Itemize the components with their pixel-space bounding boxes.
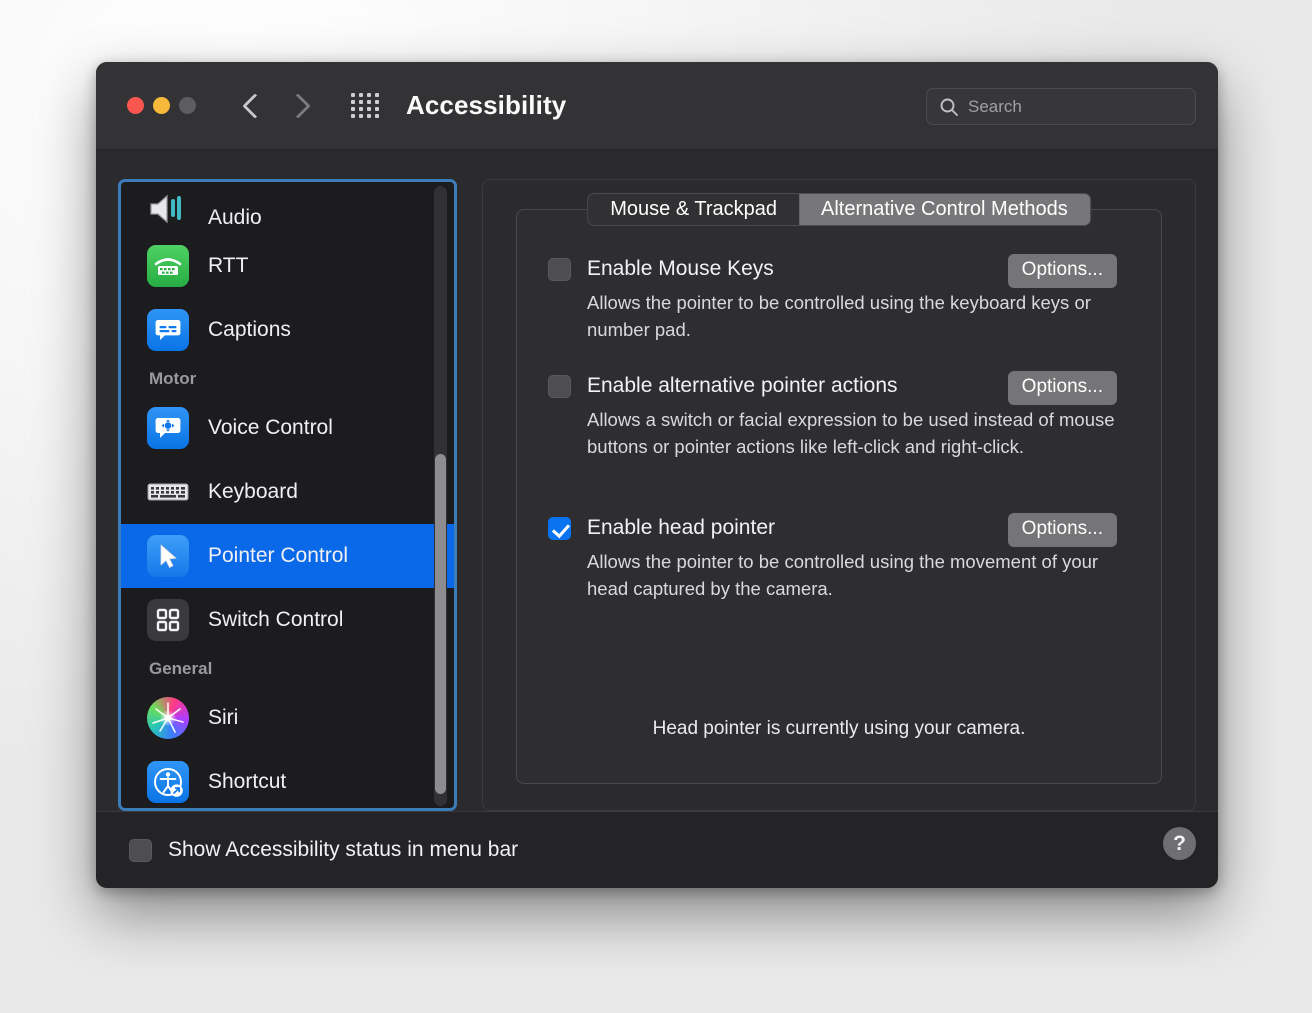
keyboard-icon — [147, 471, 189, 513]
row-enable-alternative-pointer-actions: Enable alternative pointer actions Optio… — [548, 374, 1139, 461]
sidebar-item-label: Captions — [208, 318, 291, 342]
sidebar-scrollbar[interactable] — [434, 186, 447, 806]
checkbox-enable-head-pointer[interactable] — [548, 517, 571, 540]
row-description: Allows the pointer to be controlled usin… — [587, 290, 1139, 344]
row-enable-mouse-keys: Enable Mouse Keys Options... Allows the … — [548, 257, 1139, 344]
sidebar-item-label: Audio — [208, 206, 262, 230]
row-label: Enable alternative pointer actions — [587, 374, 898, 398]
help-button[interactable]: ? — [1163, 827, 1196, 860]
checkbox-show-accessibility-status[interactable] — [129, 839, 152, 862]
navigation-buttons — [240, 89, 310, 123]
row-description: Allows the pointer to be controlled usin… — [587, 549, 1139, 603]
sidebar-item-label: RTT — [208, 254, 248, 278]
sidebar-item-captions[interactable]: Captions — [121, 298, 454, 362]
search-field[interactable] — [926, 88, 1196, 125]
back-chevron-icon[interactable] — [240, 89, 262, 123]
row-label: Enable head pointer — [587, 516, 775, 540]
tab-bar: Mouse & Trackpad Alternative Control Met… — [587, 193, 1091, 226]
row-label: Enable Mouse Keys — [587, 257, 774, 281]
voice-control-icon — [147, 407, 189, 449]
sidebar-item-label: Shortcut — [208, 770, 286, 794]
sidebar-focus-ring: Audio — [118, 179, 457, 811]
sidebar-item-label: Siri — [208, 706, 238, 730]
row-enable-head-pointer: Enable head pointer Options... Allows th… — [548, 516, 1139, 603]
tab-alternative-control-methods[interactable]: Alternative Control Methods — [799, 194, 1090, 225]
checkbox-enable-mouse-keys[interactable] — [548, 258, 571, 281]
close-button[interactable] — [127, 97, 144, 114]
rtt-icon — [147, 245, 189, 287]
audio-icon — [147, 188, 189, 230]
minimize-button[interactable] — [153, 97, 170, 114]
checkbox-enable-alternative-pointer-actions[interactable] — [548, 375, 571, 398]
grid-icon[interactable] — [350, 93, 380, 119]
sidebar-item-label: Keyboard — [208, 480, 298, 504]
page-title: Accessibility — [406, 90, 566, 121]
sidebar-item-switch-control[interactable]: Switch Control — [121, 588, 454, 652]
pointer-control-panel: Mouse & Trackpad Alternative Control Met… — [482, 179, 1196, 811]
zoom-button — [179, 97, 196, 114]
search-input[interactable] — [968, 97, 1168, 117]
sidebar-group-motor: Motor — [121, 362, 454, 396]
options-button-head-pointer[interactable]: Options... — [1008, 513, 1117, 547]
sidebar-item-audio[interactable]: Audio — [121, 182, 454, 234]
row-header: Enable Mouse Keys Options... — [548, 257, 1139, 281]
captions-icon — [147, 309, 189, 351]
sidebar-item-label: Pointer Control — [208, 544, 348, 568]
siri-icon — [147, 697, 189, 739]
sidebar-list[interactable]: Audio — [121, 182, 454, 808]
sidebar-item-pointer-control[interactable]: Pointer Control — [121, 524, 454, 588]
alternative-control-methods-box: Mouse & Trackpad Alternative Control Met… — [516, 209, 1162, 784]
search-icon — [939, 97, 959, 117]
sidebar-item-label: Switch Control — [208, 608, 343, 632]
forward-chevron-icon — [288, 89, 310, 123]
sidebar-item-keyboard[interactable]: Keyboard — [121, 460, 454, 524]
shortcut-icon — [147, 761, 189, 803]
sidebar-item-siri[interactable]: Siri — [121, 686, 454, 750]
sidebar-group-general: General — [121, 652, 454, 686]
switch-control-icon — [147, 599, 189, 641]
window-footer: Show Accessibility status in menu bar ? — [96, 811, 1218, 888]
preferences-content: Audio — [96, 150, 1218, 811]
traffic-light-group — [127, 97, 196, 114]
status-note: Head pointer is currently using your cam… — [517, 718, 1161, 740]
options-button-alternative-pointer-actions[interactable]: Options... — [1008, 371, 1117, 405]
row-header: Enable head pointer Options... — [548, 516, 1139, 540]
sidebar-item-rtt[interactable]: RTT — [121, 234, 454, 298]
sidebar-scrollbar-thumb[interactable] — [435, 454, 446, 794]
tab-mouse-trackpad[interactable]: Mouse & Trackpad — [588, 194, 799, 225]
window-titlebar: Accessibility — [96, 62, 1218, 150]
sidebar-item-shortcut[interactable]: Shortcut — [121, 750, 454, 808]
system-preferences-window: Accessibility — [96, 62, 1218, 888]
row-description: Allows a switch or facial expression to … — [587, 407, 1139, 461]
options-button-mouse-keys[interactable]: Options... — [1008, 254, 1117, 288]
sidebar-item-label: Voice Control — [208, 416, 333, 440]
row-header: Enable alternative pointer actions Optio… — [548, 374, 1139, 398]
footer-checkbox-label: Show Accessibility status in menu bar — [168, 838, 518, 862]
sidebar-item-voice-control[interactable]: Voice Control — [121, 396, 454, 460]
pointer-control-icon — [147, 535, 189, 577]
